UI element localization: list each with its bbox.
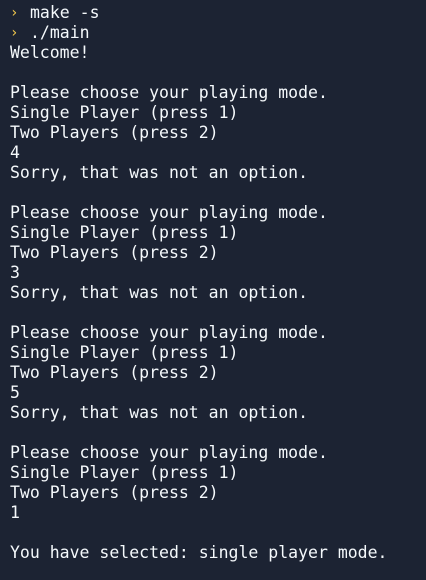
prompt-chevron-icon: › xyxy=(10,25,19,41)
command-text: ./main xyxy=(30,23,90,42)
output-line-error: Sorry, that was not an option. xyxy=(10,403,309,422)
output-line-mode-prompt: Please choose your playing mode. xyxy=(10,83,328,102)
output-line-mode-prompt: Please choose your playing mode. xyxy=(10,443,328,462)
prompt-chevron-icon: › xyxy=(10,5,19,21)
output-line-two-option: Two Players (press 2) xyxy=(10,483,219,502)
user-input-line: 1 xyxy=(10,503,20,522)
output-blank-line xyxy=(10,183,426,203)
output-line-error: Sorry, that was not an option. xyxy=(10,283,309,302)
output-line-error: Sorry, that was not an option. xyxy=(10,163,309,182)
output-line-two-option: Two Players (press 2) xyxy=(10,243,219,262)
output-line-selection-result: You have selected: single player mode. xyxy=(10,543,388,562)
output-blank-line xyxy=(10,423,426,443)
output-line-mode-prompt: Please choose your playing mode. xyxy=(10,203,328,222)
output-line-welcome: Welcome! xyxy=(10,43,90,62)
output-line-single-option: Single Player (press 1) xyxy=(10,343,239,362)
output-line-single-option: Single Player (press 1) xyxy=(10,463,239,482)
command-line-2: › ./main xyxy=(10,23,426,43)
terminal-window[interactable]: › make -s › ./main Welcome! Please choos… xyxy=(0,0,426,580)
user-input-line: 3 xyxy=(10,263,20,282)
output-line-two-option: Two Players (press 2) xyxy=(10,123,219,142)
output-blank-line xyxy=(10,303,426,323)
user-input-line: 4 xyxy=(10,143,20,162)
command-text: make -s xyxy=(30,3,100,22)
output-blank-line xyxy=(10,63,426,83)
output-line-mode-prompt: Please choose your playing mode. xyxy=(10,323,328,342)
output-line-single-option: Single Player (press 1) xyxy=(10,223,239,242)
output-line-two-option: Two Players (press 2) xyxy=(10,363,219,382)
user-input-line: 5 xyxy=(10,383,20,402)
output-blank-line xyxy=(10,523,426,543)
output-line-single-option: Single Player (press 1) xyxy=(10,103,239,122)
command-line-1: › make -s xyxy=(10,3,426,23)
